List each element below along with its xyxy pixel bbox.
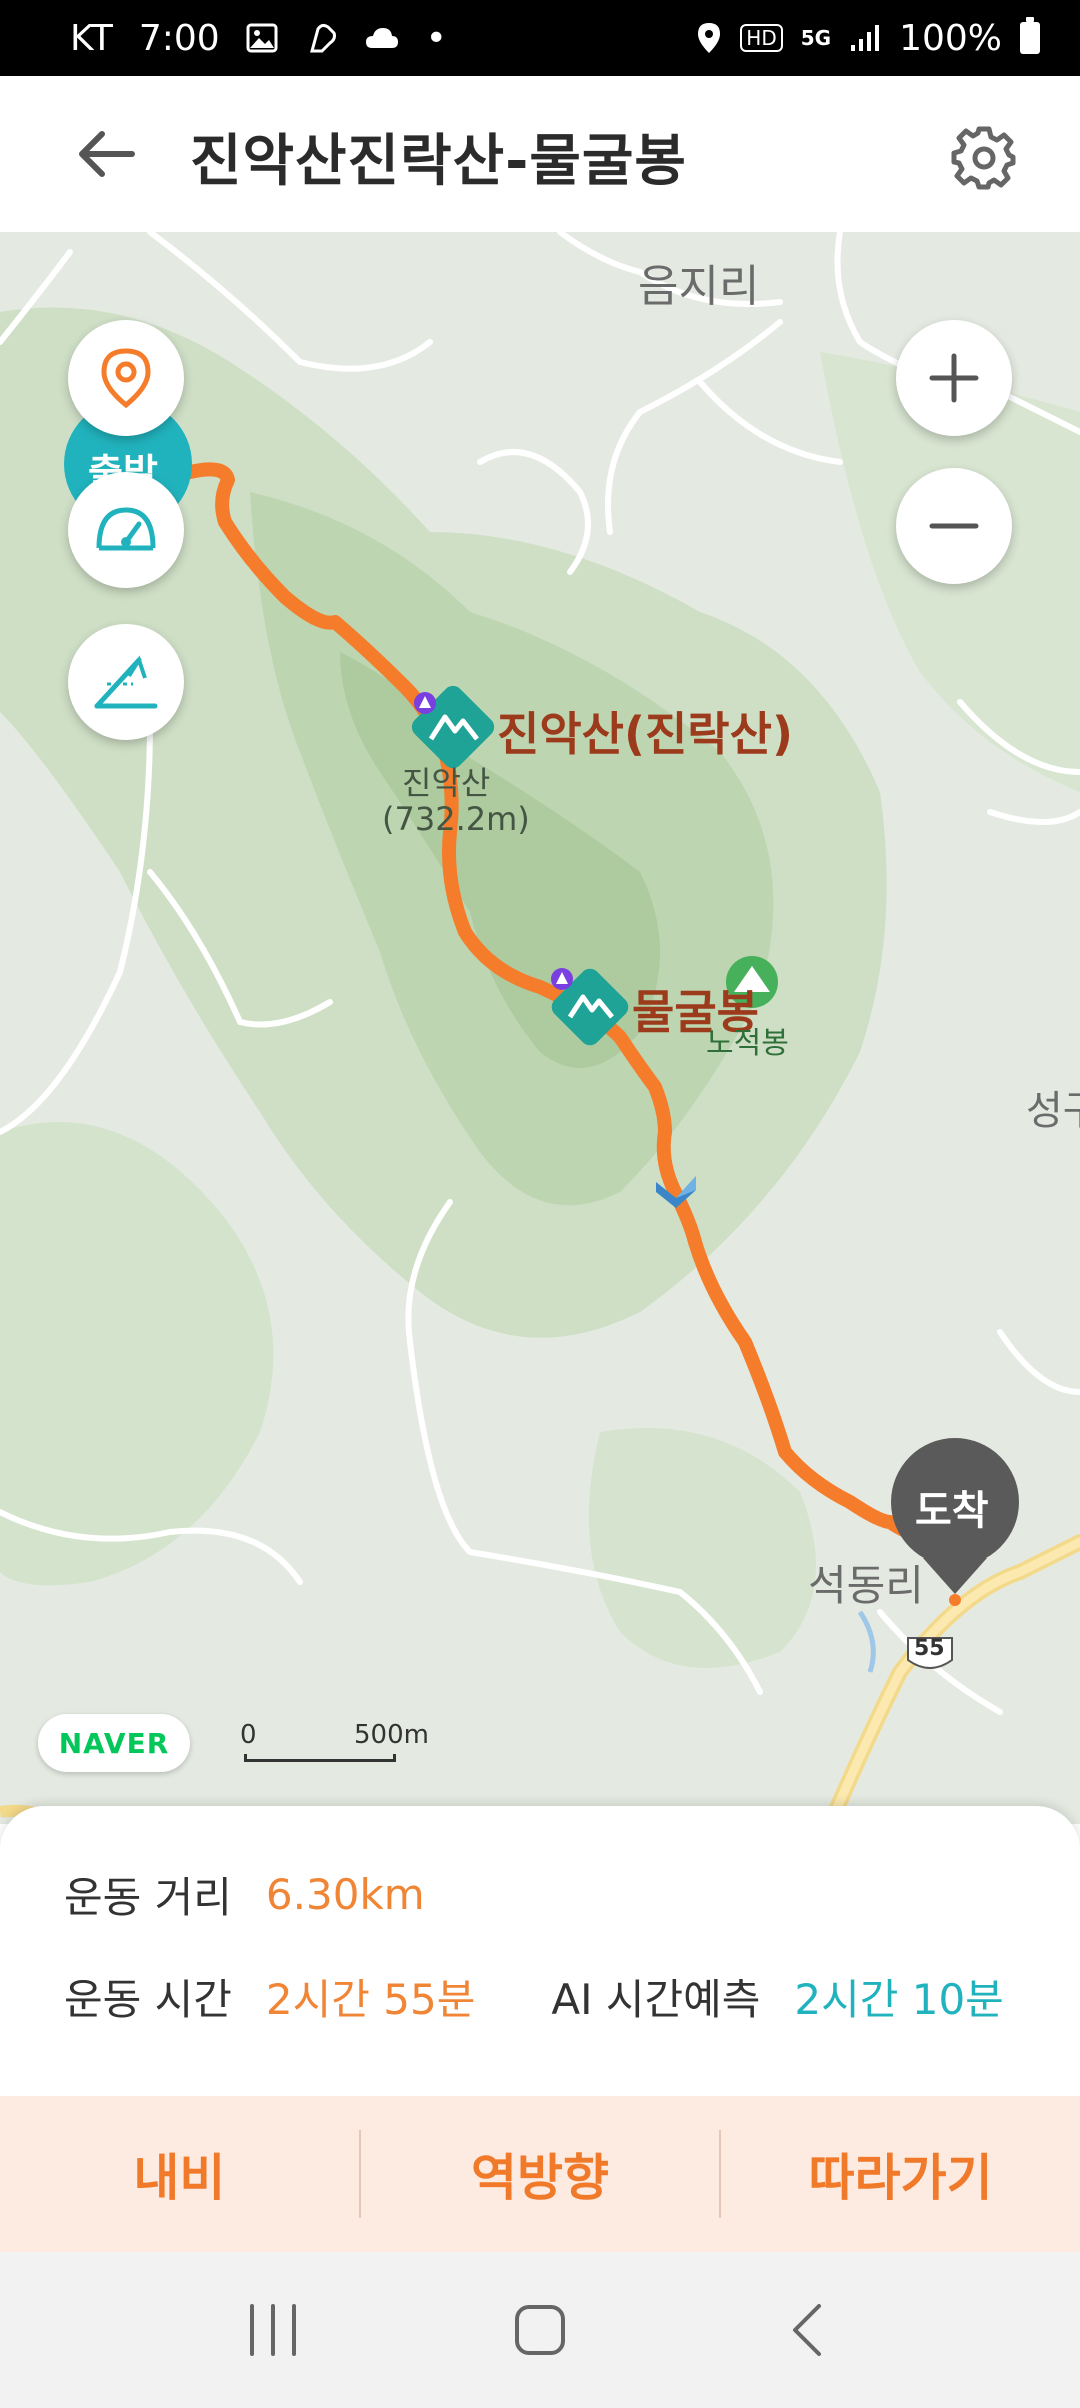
map-scale-bar: 0 500m: [240, 1720, 429, 1766]
speedometer-icon: [96, 507, 156, 551]
place-label-seonggu: 성구: [1026, 1088, 1080, 1134]
naver-logo: NAVER: [38, 1714, 190, 1772]
signal-icon: [849, 23, 881, 53]
arrow-left-icon: [79, 131, 135, 177]
my-location-button[interactable]: [68, 320, 184, 436]
elevation-profile-button[interactable]: [68, 624, 184, 740]
clock: 7:00: [138, 17, 220, 59]
app-header: 진악산진락산-물굴봉: [0, 76, 1080, 232]
place-label-eumji: 음지리: [638, 261, 760, 312]
zoom-in-button[interactable]: [896, 320, 1012, 436]
location-icon: [696, 21, 722, 55]
distance-label: 운동 거리: [64, 1873, 232, 1922]
distance-value: 6.30km: [265, 1870, 425, 1919]
battery-icon: [1020, 17, 1040, 54]
carrier-label: KT: [70, 17, 113, 59]
recent-apps-button[interactable]: [213, 2280, 333, 2380]
reverse-route-button[interactable]: 역방향: [361, 2096, 720, 2252]
zoom-out-button[interactable]: [896, 468, 1012, 584]
system-nav-bar: [0, 2252, 1080, 2408]
ai-time-value: 2시간 10분: [794, 1975, 1004, 2024]
road-number-label: 55: [914, 1636, 945, 1661]
time-row: 운동 시간 2시간 55분 AI 시간예측 2시간 10분: [64, 1966, 1004, 2027]
follow-route-button[interactable]: 따라가기: [721, 2096, 1080, 2252]
place-label-peak1-name: 진악산: [402, 764, 491, 802]
gear-icon: [951, 126, 1016, 190]
status-bar: KT 7:00 • HD 5G 100%: [0, 0, 1080, 76]
home-button[interactable]: [480, 2280, 600, 2380]
navigate-button[interactable]: 내비: [0, 2096, 359, 2252]
distance-row: 운동 거리 6.30km: [64, 1864, 425, 1925]
place-label-peak1: 진악산(진락산): [497, 707, 793, 761]
back-button[interactable]: [74, 126, 138, 182]
minus-icon: [929, 523, 979, 529]
chevron-left-icon: [792, 2304, 821, 2356]
notification-dot: •: [425, 17, 447, 59]
hd-voice-icon: HD: [740, 24, 783, 52]
map-view[interactable]: 음지리 진악산(진락산) 진악산 (732.2m) 물굴봉 노적봉 석동리 성구…: [0, 232, 1080, 1824]
network-type: 5G: [800, 26, 832, 50]
map-pin-icon: [101, 348, 151, 409]
scale-zero-label: 0: [240, 1720, 257, 1750]
plus-icon: [929, 353, 979, 403]
action-bar: 내비 역방향 따라가기: [0, 2096, 1080, 2252]
recent-apps-icon: [250, 2304, 297, 2356]
cloud-icon: [364, 24, 400, 52]
page-title: 진악산진락산-물굴봉: [190, 129, 687, 194]
settings-button[interactable]: [948, 122, 1020, 194]
shoe-icon: [304, 21, 338, 55]
end-marker-label: 도착: [915, 1488, 989, 1534]
home-square-icon: [514, 2305, 565, 2355]
place-label-peak1-height: (732.2m): [382, 800, 530, 838]
slope-icon: [94, 655, 158, 709]
speed-gauge-button[interactable]: [68, 472, 184, 588]
scale-distance-label: 500m: [354, 1720, 429, 1750]
time-value: 2시간 55분: [265, 1975, 476, 2024]
system-back-button[interactable]: [747, 2280, 867, 2380]
place-label-seokdong: 석동리: [808, 1561, 924, 1610]
ai-time-label: AI 시간예측: [551, 1975, 761, 2024]
scale-line: [244, 1754, 396, 1762]
route-info-panel: 운동 거리 6.30km 운동 시간 2시간 55분 AI 시간예측 2시간 1…: [0, 1806, 1080, 2096]
gallery-icon: [246, 23, 278, 53]
time-label: 운동 시간: [64, 1975, 232, 2024]
place-label-peak3: 노적봉: [706, 1026, 789, 1061]
battery-percent: 100%: [899, 17, 1002, 59]
